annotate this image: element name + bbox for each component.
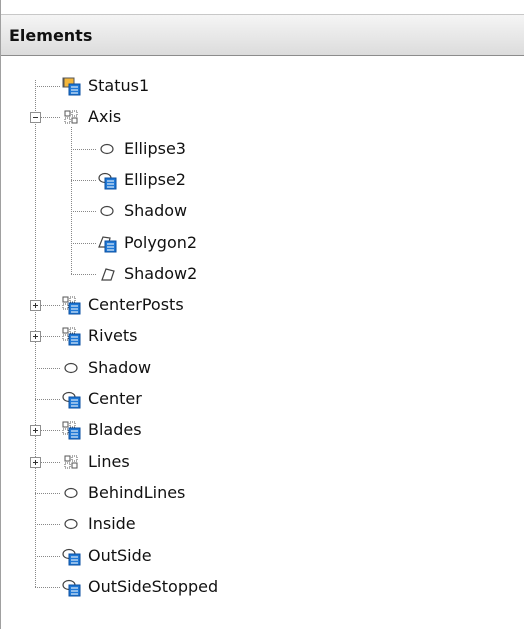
tree-node-label: Blades [88,420,142,440]
tree-node-label: OutSideStopped [88,576,219,596]
tree-connector-line [35,86,60,87]
panel-header: Elements [1,14,524,56]
expand-toggle[interactable] [30,331,41,343]
group-shape-icon [60,75,82,97]
group-ellipse-icon [60,545,82,567]
ellipse-icon [60,513,82,535]
elements-panel: Elements Status1 Axis Ellipse3 Ellipse2 Shad… [0,0,524,629]
tree-connector-line [71,211,96,213]
tree-connector-line [35,555,60,557]
tree-node-label: OutSide [88,545,152,565]
expand-toggle[interactable] [30,300,41,312]
ellipse-icon [96,138,118,160]
tree-node-label: Lines [88,451,130,471]
tree-connector-line [71,273,96,275]
tree-node-label: BehindLines [88,482,186,502]
tree-connector-line [35,524,60,526]
group-blue-icon [60,325,82,347]
tree-node-label: Axis [88,107,122,127]
tree-connector-line [35,586,60,588]
ellipse-icon [60,357,82,379]
tree-node-label: Shadow2 [124,263,198,283]
group-ellipse-icon [96,169,118,191]
tree-node-label: Shadow [88,357,152,377]
tree-node-label: Ellipse2 [124,169,186,189]
tree-node-label: CenterPosts [88,295,184,315]
elements-tree[interactable]: Status1 Axis Ellipse3 Ellipse2 Shadow Polygon… [1,57,524,629]
group-polygon-icon [96,232,118,254]
tree-node-label: Ellipse3 [124,138,186,158]
ellipse-icon [96,200,118,222]
tree-connector-line [35,399,60,400]
expand-toggle[interactable] [30,456,41,468]
tree-node-label: Rivets [88,326,138,346]
group-ellipse-icon [60,576,82,598]
group-outline-icon [60,451,82,473]
group-ellipse-icon [60,388,82,410]
tree-connector-line [71,179,96,181]
tree-connector-line [71,242,96,244]
tree-node-label: Shadow [124,201,188,221]
group-outline-icon [60,106,82,128]
group-blue-icon [60,294,82,316]
ellipse-icon [60,482,82,504]
panel-title: Elements [9,26,93,45]
tree-connector-line [35,367,60,369]
tree-node-label: Center [88,389,142,408]
tree-node-label: Inside [88,514,136,534]
tree-connector-line [71,148,96,150]
tree-connector-line [35,492,60,494]
tree-node-label: Polygon2 [124,232,198,252]
collapse-toggle[interactable] [30,112,41,124]
polygon-icon [96,263,118,285]
tree-node-label: Status1 [88,76,150,95]
group-blue-icon [60,419,82,441]
expand-toggle[interactable] [30,425,41,437]
